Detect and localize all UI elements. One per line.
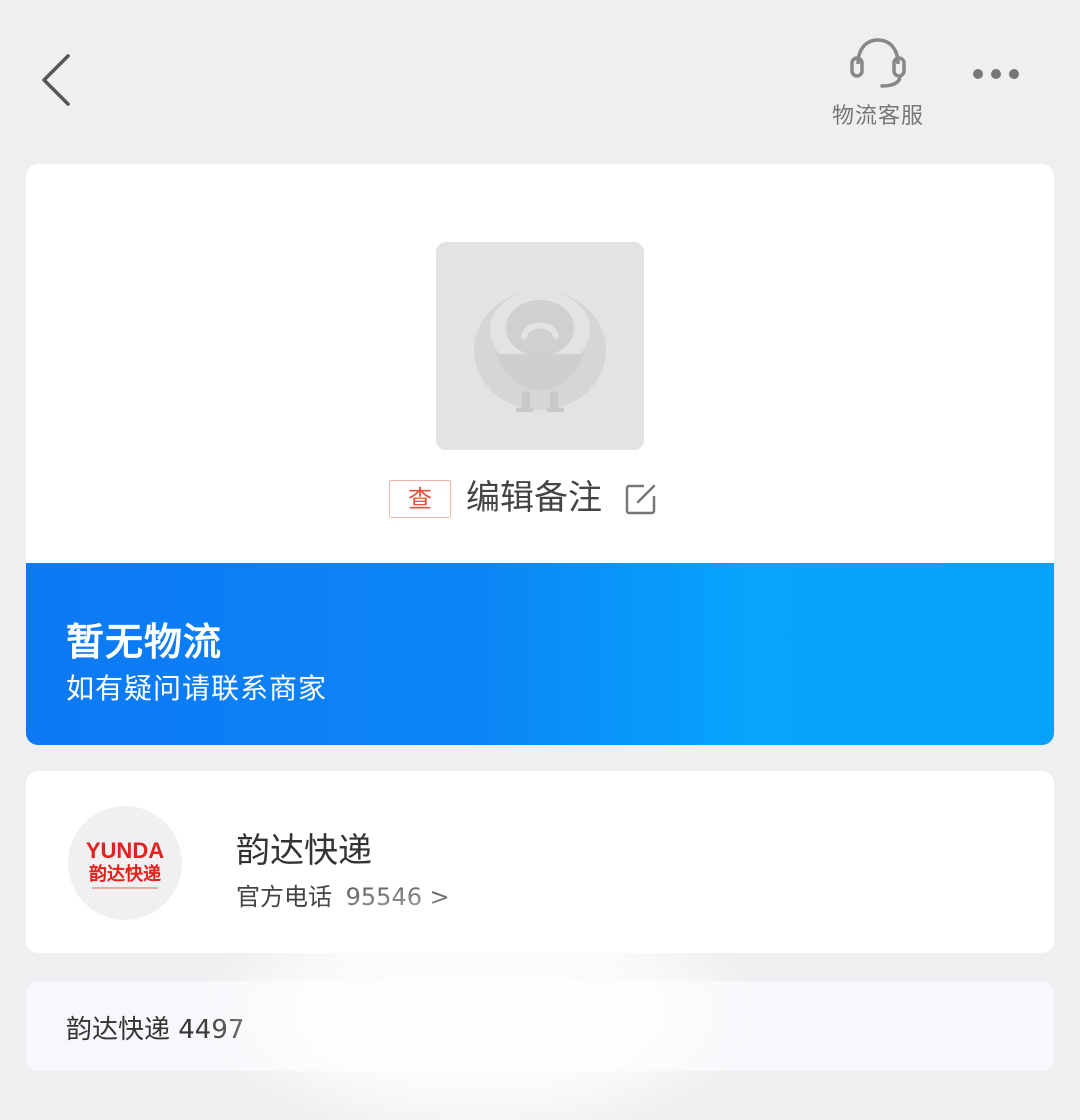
carrier-phone-link[interactable]: 官方电话 95546 > bbox=[236, 877, 450, 912]
edit-icon[interactable] bbox=[624, 482, 658, 516]
chevron-left-icon bbox=[42, 54, 70, 106]
top-bar: 物流客服 bbox=[0, 0, 1080, 150]
headset-icon bbox=[850, 38, 906, 88]
more-dots-icon bbox=[973, 69, 1019, 79]
status-title: 暂无物流 bbox=[66, 620, 223, 664]
yunda-logo-cn: 韵达快递 bbox=[89, 863, 161, 885]
back-button[interactable] bbox=[36, 52, 84, 108]
placeholder-mascot-icon bbox=[474, 290, 606, 412]
logistics-service-label: 物流客服 bbox=[831, 104, 924, 129]
edit-remark-label[interactable]: 编辑备注 bbox=[466, 478, 602, 518]
yunda-logo: YUNDA 韵达快递 bbox=[68, 806, 182, 920]
status-subtitle: 如有疑问请联系商家 bbox=[66, 672, 328, 705]
query-badge: 查 bbox=[389, 480, 451, 518]
phone-label: 官方电话 bbox=[236, 883, 332, 911]
tracking-number-text[interactable]: 韵达快递 4497 bbox=[66, 1009, 244, 1046]
carrier-card: YUNDA 韵达快递 韵达快递 官方电话 95546 > bbox=[26, 771, 1054, 953]
logistics-service-button[interactable]: 物流客服 bbox=[820, 34, 936, 134]
chevron-right-icon: > bbox=[429, 883, 450, 911]
logistics-status-banner: 暂无物流 如有疑问请联系商家 bbox=[26, 563, 1054, 745]
package-card: 查 编辑备注 暂无物流 如有疑问请联系商家 bbox=[26, 164, 1054, 745]
product-image[interactable] bbox=[436, 242, 644, 450]
phone-number: 95546 bbox=[345, 883, 422, 911]
more-button[interactable] bbox=[968, 56, 1024, 92]
carrier-name: 韵达快递 bbox=[236, 831, 372, 871]
yunda-logo-text: YUNDA bbox=[86, 838, 164, 863]
remark-row: 查 编辑备注 bbox=[26, 478, 1054, 522]
tracking-card: 韵达快递 4497 bbox=[26, 981, 1054, 1071]
